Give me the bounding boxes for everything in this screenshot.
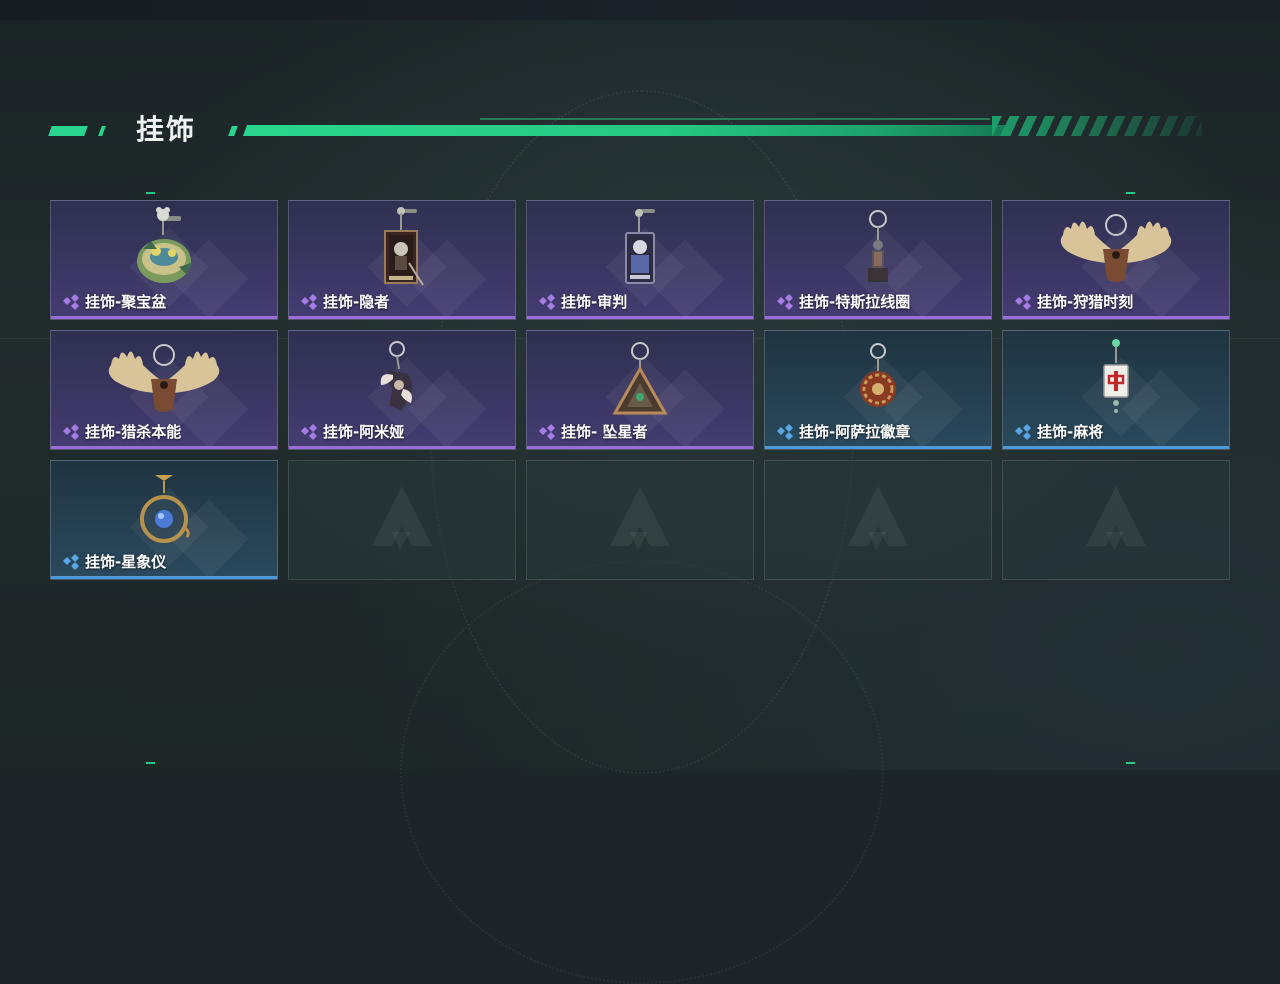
empty-slot-logo-icon — [1086, 486, 1146, 550]
rarity-icon — [63, 554, 79, 570]
rarity-icon — [301, 424, 317, 440]
charm-name: 挂饰- 坠星者 — [561, 423, 648, 441]
charm-card[interactable]: 挂饰-审判 — [526, 200, 754, 320]
empty-slot-logo-icon — [610, 486, 670, 550]
background-ring-lower — [400, 560, 884, 984]
rarity-stripe — [527, 446, 753, 449]
rarity-icon — [777, 424, 793, 440]
rarity-stripe — [51, 446, 277, 449]
charm-name: 挂饰-星象仪 — [85, 553, 167, 571]
charm-card[interactable]: 挂饰-阿米娅 — [288, 330, 516, 450]
page-title: 挂饰 — [136, 113, 197, 146]
moose-antler-charm-icon — [108, 344, 220, 412]
corner-tick — [146, 762, 155, 764]
corner-tick — [1126, 762, 1135, 764]
empty-slot — [1002, 460, 1230, 580]
charm-name: 挂饰-隐者 — [323, 293, 390, 311]
charm-card[interactable]: 挂饰-阿萨拉徽章 — [764, 330, 992, 450]
rarity-icon — [539, 294, 555, 310]
charm-name: 挂饰-狩猎时刻 — [1037, 293, 1134, 311]
rarity-stripe — [1003, 446, 1229, 449]
empty-slot-logo-icon — [848, 486, 908, 550]
charm-card[interactable]: 挂饰-聚宝盆 — [50, 200, 278, 320]
rarity-stripe — [1003, 316, 1229, 319]
charm-card[interactable]: 挂饰-隐者 — [288, 200, 516, 320]
treasure-bowl-charm-icon — [137, 207, 191, 283]
charm-card[interactable]: 挂饰-狩猎时刻 — [1002, 200, 1230, 320]
hermit-tarot-card-charm-icon — [384, 207, 424, 286]
charm-name: 挂饰-猎杀本能 — [85, 423, 182, 441]
rarity-icon — [1015, 294, 1031, 310]
header-thin-line — [480, 118, 990, 120]
top-bar — [0, 0, 1280, 20]
charm-name: 挂饰-聚宝盆 — [85, 293, 167, 311]
charm-name: 挂饰-审判 — [561, 293, 628, 311]
header-checker-pattern — [992, 116, 1202, 136]
rarity-icon — [301, 294, 317, 310]
rarity-stripe — [527, 316, 753, 319]
astrolabe-charm-icon — [140, 475, 190, 543]
empty-slot — [764, 460, 992, 580]
moose-antler-charm-icon — [1060, 214, 1172, 282]
triangle-star-charm-icon — [612, 342, 668, 415]
mahjong-tile-charm-icon — [1103, 339, 1129, 413]
rarity-stripe — [51, 316, 277, 319]
amiya-rabbit-charm-icon — [380, 341, 413, 411]
charm-card[interactable]: 挂饰-星象仪 — [50, 460, 278, 580]
charm-card[interactable]: 挂饰-麻将 — [1002, 330, 1230, 450]
rarity-icon — [777, 294, 793, 310]
judgement-tarot-card-charm-icon — [625, 209, 655, 284]
charm-name: 挂饰-阿萨拉徽章 — [799, 423, 911, 441]
charm-name: 挂饰-麻将 — [1037, 423, 1104, 441]
corner-tick — [146, 192, 155, 194]
empty-slot — [526, 460, 754, 580]
charm-card[interactable]: 挂饰- 坠星者 — [526, 330, 754, 450]
rarity-stripe — [765, 316, 991, 319]
charm-name: 挂饰-特斯拉线圈 — [799, 293, 911, 311]
rarity-stripe — [51, 576, 277, 579]
header-line — [242, 125, 1008, 136]
empty-slot-logo-icon — [372, 486, 432, 550]
header-accent-bar — [48, 126, 88, 136]
charm-card[interactable]: 挂饰-猎杀本能 — [50, 330, 278, 450]
charm-name: 挂饰-阿米娅 — [323, 423, 405, 441]
corner-tick — [1126, 192, 1135, 194]
rarity-icon — [1015, 424, 1031, 440]
charm-card[interactable]: 挂饰-特斯拉线圈 — [764, 200, 992, 320]
rarity-icon — [63, 294, 79, 310]
rarity-icon — [539, 424, 555, 440]
rarity-stripe — [289, 316, 515, 319]
empty-slot — [288, 460, 516, 580]
tesla-coil-charm-icon — [868, 210, 888, 282]
rarity-icon — [63, 424, 79, 440]
asala-badge-charm-icon — [860, 343, 896, 407]
rarity-stripe — [765, 446, 991, 449]
rarity-stripe — [289, 446, 515, 449]
